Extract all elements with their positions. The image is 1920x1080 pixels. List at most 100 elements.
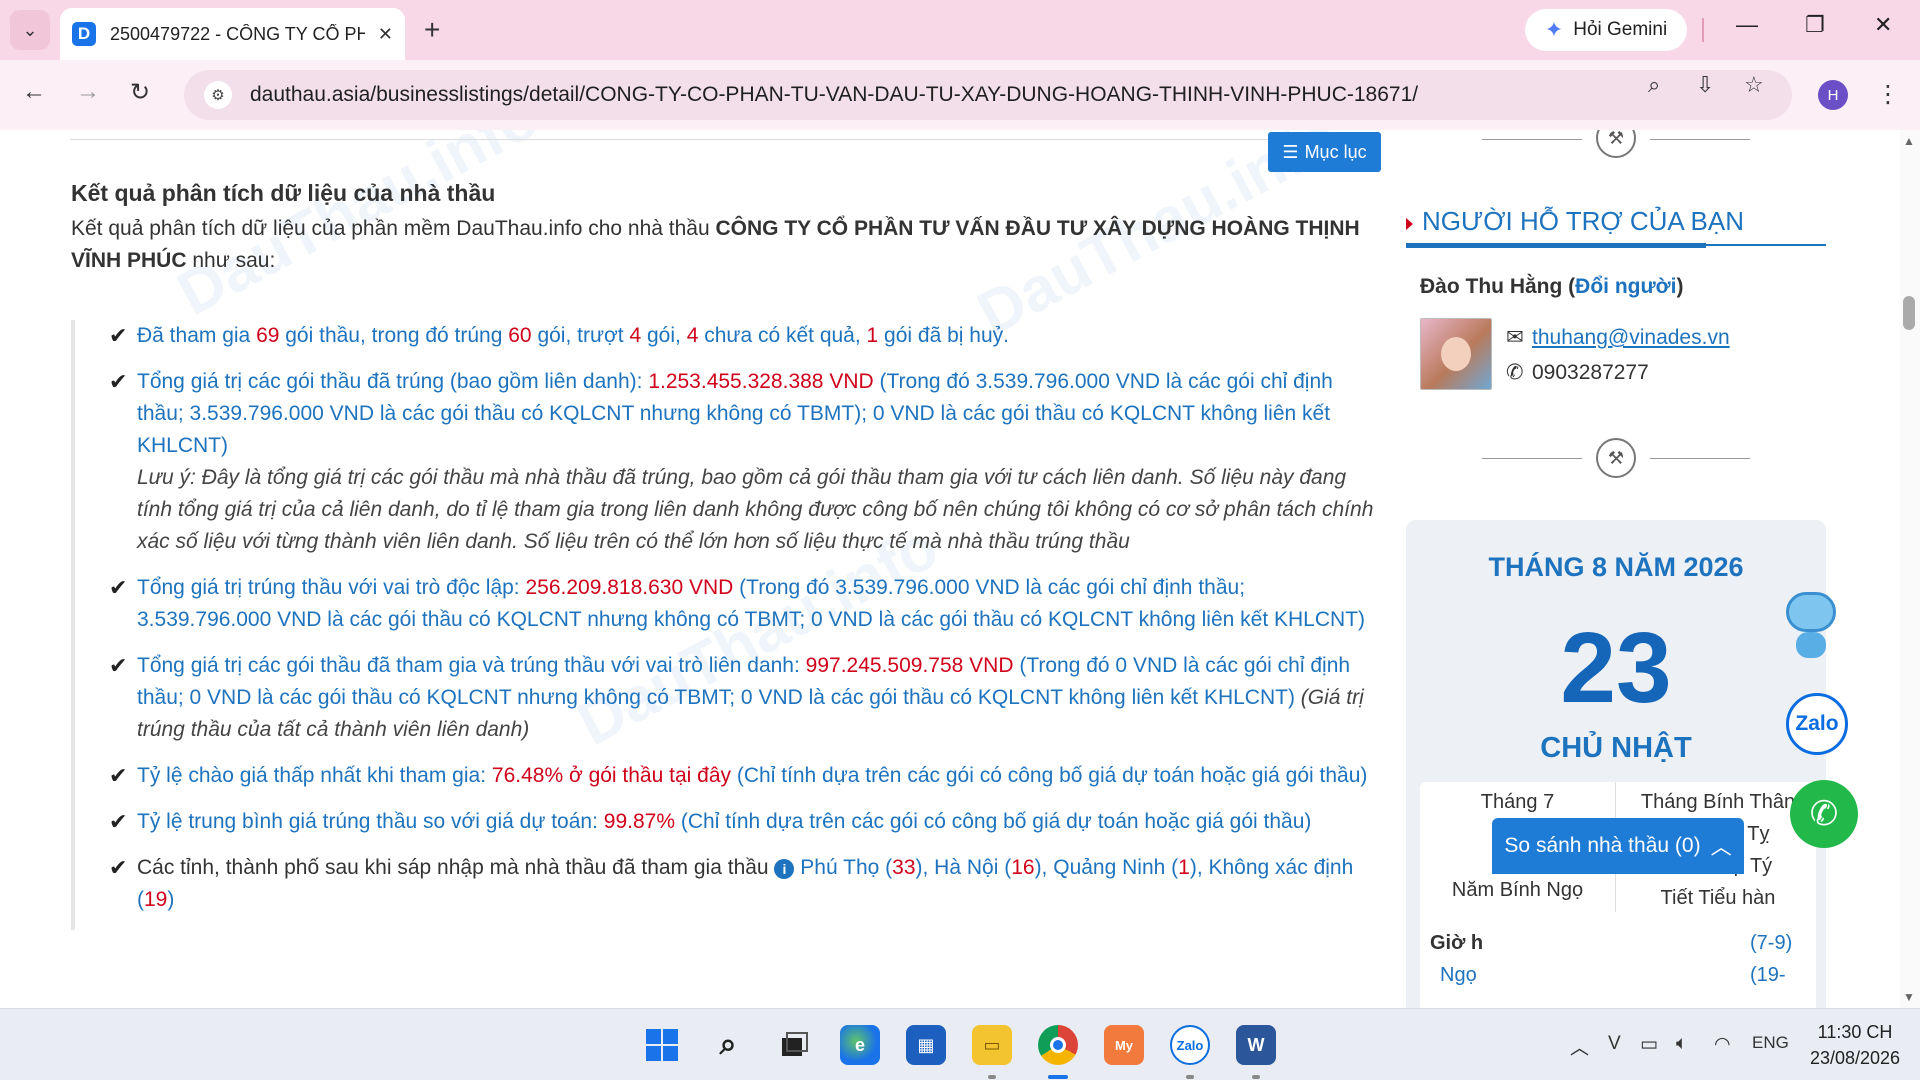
file-explorer-icon[interactable]: ▭: [972, 1025, 1012, 1065]
section-heading: Kết quả phân tích dữ liệu của nhà thầu: [71, 180, 496, 206]
edge-icon[interactable]: e: [840, 1025, 880, 1065]
can-chi-month: Tháng Bính Thân: [1640, 791, 1796, 813]
gemini-spark-icon: ✦: [1544, 17, 1564, 42]
intro-prefix: Kết quả phân tích dữ liệu của phần mềm D…: [71, 217, 716, 240]
bookmark-star-icon[interactable]: ☆: [1744, 72, 1764, 98]
calendar-day: 23: [1560, 612, 1672, 724]
solar-term: Tiết Tiểu hàn: [1660, 887, 1776, 909]
reload-icon[interactable]: ↻: [130, 78, 150, 107]
search-icon[interactable]: ⌕: [708, 1025, 748, 1065]
province-link[interactable]: Hà Nội: [934, 856, 998, 879]
gemini-button[interactable]: ✦ Hỏi Gemini: [1525, 9, 1687, 51]
list-item: ✔ Tỷ lệ trung bình giá trúng thầu so với…: [109, 806, 1376, 838]
tab-separator: [1702, 18, 1704, 42]
close-window-icon[interactable]: ✕: [1874, 12, 1892, 38]
intro-text: Kết quả phân tích dữ liệu của phần mềm D…: [71, 213, 1381, 277]
info-icon[interactable]: i: [774, 859, 795, 879]
clock-date: 23/08/2026: [1809, 1048, 1901, 1068]
list-item: ✔ Các tỉnh, thành phố sau khi sáp nhập m…: [109, 852, 1376, 916]
tab-search-button[interactable]: ⌄: [10, 10, 50, 50]
divider-line: [1650, 458, 1750, 459]
change-supporter-link[interactable]: Đổi người: [1575, 275, 1676, 298]
toc-button[interactable]: ☰ Mục lục: [1268, 132, 1381, 172]
supporter-email[interactable]: ✉ thuhang@vinades.vn: [1506, 325, 1730, 350]
auction-hammer-icon: ⚒: [1596, 438, 1636, 478]
list-item: ✔ Tỷ lệ chào giá thấp nhất khi tham gia:…: [109, 760, 1376, 792]
list-item: ✔ Tổng giá trị các gói thầu đã trúng (ba…: [109, 366, 1376, 558]
taskbar: ⌕ e ▦ ▭ My Zalo W ︿ V ▭ 🔈︎ ◠ ENG 11:30 C…: [0, 1008, 1920, 1080]
scrollbar-thumb[interactable]: [1903, 296, 1915, 330]
total-won-value: 1.253.455.328.388 VND: [648, 370, 874, 393]
address-bar[interactable]: ⚙ dauthau.asia/businesslistings/detail/C…: [184, 70, 1792, 120]
restore-icon[interactable]: ❐: [1805, 12, 1825, 38]
store-icon[interactable]: ▦: [906, 1025, 946, 1065]
site-favicon-icon: D: [72, 22, 96, 46]
check-icon: ✔: [109, 369, 128, 394]
system-clock[interactable]: 11:30 CH 23/08/2026: [1800, 1019, 1910, 1071]
independent-value: 256.209.818.630 VND: [525, 576, 734, 599]
lunar-year: Năm Bính Ngọ: [1451, 879, 1584, 901]
province-link[interactable]: Không xác định: [1209, 856, 1354, 879]
profile-avatar[interactable]: H: [1818, 80, 1848, 110]
list-item: ✔ Đã tham gia 69 gói thầu, trong đó trún…: [109, 320, 1376, 352]
new-tab-button[interactable]: +: [424, 14, 440, 46]
menu-kebab-icon[interactable]: ⋮: [1876, 80, 1900, 109]
zoom-icon[interactable]: ⌕: [1648, 72, 1660, 98]
sidebar: ⚒ NGƯỜI HỖ TRỢ CỦA BẠN Đào Thu Hằng (Đổi…: [1406, 130, 1826, 1008]
browser-toolbar: ← → ↻ ⚙ dauthau.asia/businesslistings/de…: [0, 60, 1920, 130]
supporter-avatar: [1420, 318, 1492, 390]
vpn-icon[interactable]: V: [1608, 1033, 1621, 1055]
auspicious-hour: Ngọ: [1440, 964, 1477, 986]
phone-icon: ✆: [1506, 361, 1524, 384]
calendar-widget: THÁNG 8 NĂM 2026 23 CHỦ NHẬT Tháng 7 11 …: [1406, 520, 1826, 1008]
tray-chevron-icon[interactable]: ︿: [1570, 1033, 1589, 1060]
list-item: ✔ Tổng giá trị trúng thầu với vai trò độ…: [109, 572, 1376, 636]
zalo-app-icon[interactable]: Zalo: [1170, 1025, 1210, 1065]
start-icon[interactable]: [642, 1025, 682, 1065]
scrollbar[interactable]: [1900, 130, 1920, 1008]
divider-line: [1482, 139, 1582, 140]
here-link[interactable]: tại đây: [669, 764, 731, 787]
province-link[interactable]: Phú Thọ: [800, 856, 879, 879]
call-button[interactable]: ✆: [1790, 780, 1858, 848]
scroll-down-icon[interactable]: ▼: [1903, 990, 1915, 1004]
volume-icon[interactable]: 🔈︎: [1676, 1033, 1687, 1055]
task-view-icon[interactable]: [774, 1025, 814, 1065]
calendar-weekday: CHỦ NHẬT: [1540, 732, 1692, 764]
chatbot-robot-icon[interactable]: [1780, 588, 1842, 662]
compare-contractors-button[interactable]: So sánh nhà thầu (0) ︿: [1492, 818, 1744, 874]
check-icon: ✔: [109, 323, 128, 348]
close-tab-icon[interactable]: ✕: [378, 24, 393, 45]
analysis-section: Kết quả phân tích dữ liệu của nhà thầu K…: [71, 180, 1381, 930]
back-icon[interactable]: ←: [22, 78, 46, 106]
zalo-chat-button[interactable]: Zalo: [1786, 693, 1848, 755]
caret-right-icon: [1406, 218, 1413, 230]
scroll-up-icon[interactable]: ▲: [1903, 134, 1915, 148]
misa-icon[interactable]: My: [1104, 1025, 1144, 1065]
battery-icon[interactable]: ▭: [1640, 1033, 1658, 1056]
lunar-month: Tháng 7: [1480, 791, 1555, 813]
wifi-icon[interactable]: ◠: [1714, 1033, 1731, 1056]
analysis-list: ✔ Đã tham gia 69 gói thầu, trong đó trún…: [71, 320, 1376, 930]
check-icon: ✔: [109, 855, 128, 880]
province-link[interactable]: Quảng Ninh: [1053, 856, 1165, 879]
auspicious-hours-label: Giờ h: [1430, 932, 1484, 954]
site-info-icon[interactable]: ⚙: [204, 81, 232, 109]
word-icon[interactable]: W: [1236, 1025, 1276, 1065]
note-text: Lưu ý: Đây là tổng giá trị các gói thầu …: [137, 466, 1374, 553]
intro-suffix: như sau:: [186, 249, 276, 272]
minimize-icon[interactable]: —: [1736, 12, 1758, 38]
active-tab[interactable]: D 2500479722 - CÔNG TY CỔ PHẦ ✕: [60, 8, 405, 60]
language-indicator[interactable]: ENG: [1752, 1033, 1789, 1053]
joint-venture-value: 997.245.509.758 VND: [805, 654, 1014, 677]
install-app-icon[interactable]: ⇩: [1696, 72, 1714, 98]
forward-icon[interactable]: →: [76, 78, 100, 106]
list-icon: ☰: [1282, 141, 1299, 162]
lunar-calendar: Tháng 7 11 Năm Bính Ngọ Tháng Bính Thân …: [1420, 782, 1816, 1008]
check-icon: ✔: [109, 653, 128, 678]
auspicious-hour: (19-: [1750, 964, 1786, 986]
chrome-icon[interactable]: [1038, 1025, 1078, 1065]
url-text: dauthau.asia/businesslistings/detail/CON…: [250, 83, 1419, 106]
calendar-month: THÁNG 8 NĂM 2026: [1488, 552, 1744, 582]
supporter-phone: ✆ 0903287277: [1506, 361, 1649, 384]
